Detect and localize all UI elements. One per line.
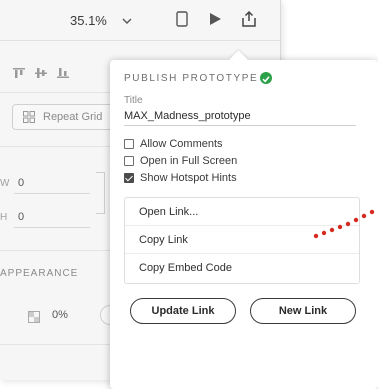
callout-arrow-icon <box>313 209 375 239</box>
repeat-grid-label: Repeat Grid <box>43 111 103 123</box>
width-label: W <box>0 178 10 189</box>
repeat-grid-icon <box>23 111 35 126</box>
allow-comments-checkbox[interactable] <box>124 139 134 149</box>
align-bottom-icon[interactable] <box>56 66 70 78</box>
align-toolbar <box>12 66 70 78</box>
published-check-icon <box>260 72 272 84</box>
show-hotspot-hints-label: Show Hotspot Hints <box>140 172 237 184</box>
height-underline <box>14 227 90 228</box>
play-icon[interactable] <box>208 12 222 31</box>
align-middle-icon[interactable] <box>34 66 48 78</box>
device-icon[interactable] <box>176 11 188 32</box>
opacity-icon <box>28 310 40 328</box>
constrain-proportions-bracket[interactable] <box>96 172 105 214</box>
width-field[interactable]: 0 <box>18 177 24 189</box>
allow-comments-label: Allow Comments <box>140 138 223 150</box>
share-icon[interactable] <box>240 10 258 33</box>
allow-comments-option[interactable]: Allow Comments <box>124 138 223 150</box>
opacity-field[interactable]: 0% <box>52 309 68 321</box>
copy-embed-code-item[interactable]: Copy Embed Code <box>125 254 359 282</box>
update-link-button[interactable]: Update Link <box>130 298 236 324</box>
show-hotspot-hints-option[interactable]: Show Hotspot Hints <box>124 172 237 184</box>
title-label: Title <box>124 95 143 106</box>
zoom-level[interactable]: 35.1% <box>70 13 107 28</box>
chevron-down-icon[interactable] <box>122 13 132 31</box>
new-link-button[interactable]: New Link <box>250 298 356 324</box>
width-underline <box>14 193 90 194</box>
open-full-screen-label: Open in Full Screen <box>140 155 238 167</box>
show-hotspot-hints-checkbox[interactable] <box>124 173 134 183</box>
open-full-screen-checkbox[interactable] <box>124 156 134 166</box>
appearance-heading: APPEARANCE <box>0 268 79 279</box>
toolbar: 35.1% <box>0 0 280 41</box>
title-input[interactable] <box>124 107 356 126</box>
height-field[interactable]: 0 <box>18 211 24 223</box>
height-label: H <box>0 212 8 223</box>
open-full-screen-option[interactable]: Open in Full Screen <box>124 155 237 167</box>
popover-heading: PUBLISH PROTOTYPE <box>124 73 259 84</box>
align-top-icon[interactable] <box>12 66 26 78</box>
